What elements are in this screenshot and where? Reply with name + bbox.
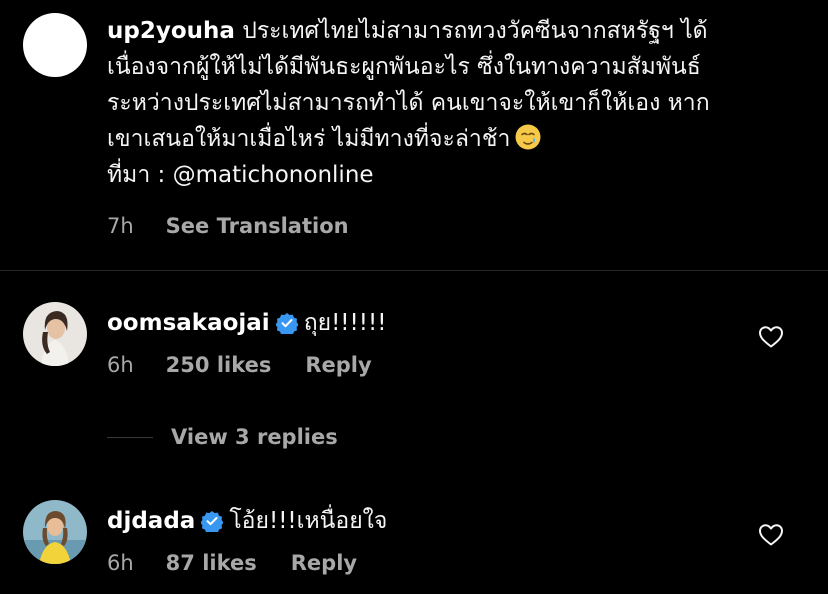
view-replies-label: View 3 replies (171, 425, 338, 449)
caption-username[interactable]: up2youha (107, 18, 235, 44)
profile-photo-djdada (23, 500, 87, 564)
likes-count[interactable]: 250 likes (166, 353, 272, 377)
comment-text: โอ้ย!!!เหนื่อยใจ (229, 508, 388, 534)
comment-username[interactable]: djdada (107, 508, 195, 534)
source-prefix: ที่มา : (107, 162, 173, 188)
source-handle[interactable]: @matichononline (173, 162, 374, 188)
caption-meta: 7h See Translation (107, 214, 349, 238)
likes-count[interactable]: 87 likes (166, 551, 257, 575)
comment-username[interactable]: oomsakaojai (107, 310, 270, 336)
see-translation-button[interactable]: See Translation (166, 214, 349, 238)
comment-head: oomsakaojai ถุย!!!!!! (107, 305, 386, 341)
avatar[interactable] (23, 302, 87, 366)
verified-badge-icon (201, 511, 224, 532)
caption-source: ที่มา : @matichononline (107, 157, 807, 193)
view-replies-button[interactable]: View 3 replies (107, 425, 338, 449)
caption-text: up2youha ประเทศไทยไม่สามารถทวงวัคซีนจากส… (107, 13, 807, 193)
reply-button[interactable]: Reply (291, 551, 357, 575)
heart-outline-icon[interactable] (758, 523, 784, 547)
avatar[interactable] (23, 500, 87, 564)
post-caption: up2youha ประเทศไทยไม่สามารถทวงวัคซีนจากส… (0, 0, 828, 270)
comment-meta: 6h 87 likes Reply (107, 551, 357, 575)
comment-time: 6h (107, 551, 134, 575)
verified-badge-icon (275, 313, 298, 334)
crying-face-emoji (515, 124, 541, 150)
caption-line-4: เขาเสนอให้มาเมื่อไหร่ ไม่มีทางที่จะล่าช้… (107, 126, 511, 152)
comment-time: 6h (107, 353, 134, 377)
comment-head: djdada โอ้ย!!!เหนื่อยใจ (107, 503, 387, 539)
avatar[interactable] (23, 13, 87, 77)
profile-photo-oomsakaojai (23, 302, 87, 366)
replies-line (107, 436, 153, 438)
caption-time: 7h (107, 214, 134, 238)
reply-button[interactable]: Reply (305, 353, 371, 377)
caption-line-1: ประเทศไทยไม่สามารถทวงวัคซีนจากสหรัฐฯ ได้ (242, 18, 708, 44)
caption-line-2: เนื่องจากผู้ให้ไม่ได้มีพันธะผูกพันอะไร ซ… (107, 54, 701, 80)
comment-text: ถุย!!!!!! (303, 310, 387, 336)
caption-line-3: ระหว่างประเทศไม่สามารถทำได้ คนเขาจะให้เข… (107, 90, 710, 116)
comment-meta: 6h 250 likes Reply (107, 353, 372, 377)
divider (0, 270, 828, 271)
heart-outline-icon[interactable] (758, 325, 784, 349)
